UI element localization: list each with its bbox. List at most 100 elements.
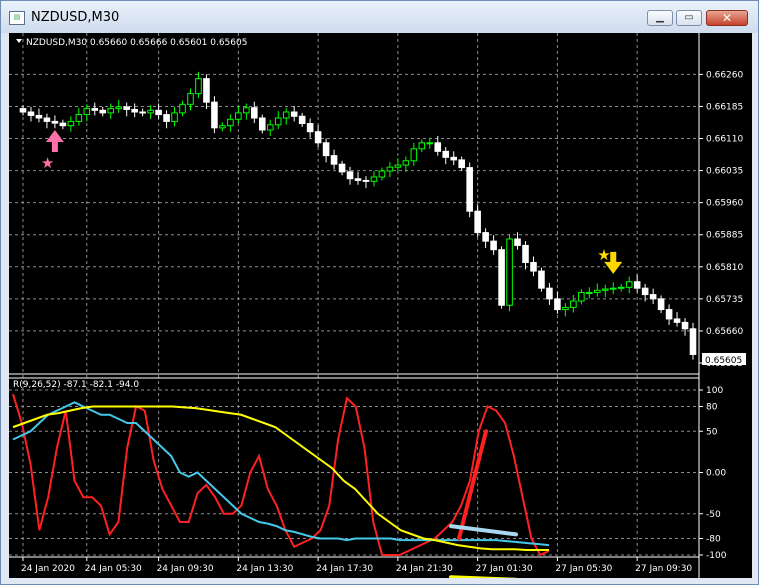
candle-bull <box>187 93 194 105</box>
candle-bull <box>235 112 242 120</box>
candle-bull <box>625 281 633 288</box>
candle-bear <box>498 249 505 306</box>
candle-bear <box>51 120 59 124</box>
candle-bear <box>211 101 218 129</box>
buy-star-icon: ★ <box>41 154 54 172</box>
osc-fast-line <box>12 393 550 557</box>
candle-bear <box>665 309 673 320</box>
minimize-button[interactable]: ▁ <box>647 10 673 26</box>
candle-bear <box>546 287 553 300</box>
candle-bull <box>227 118 234 127</box>
candle-bull <box>418 142 426 150</box>
sell-star-icon: ★ <box>597 246 610 264</box>
chart-svg[interactable]: ★★ 0.662600.661850.661100.660350.659600.… <box>9 33 752 578</box>
osc-tick-label: 0.00 <box>706 469 726 479</box>
current-price-label: 0.65605 <box>705 356 742 366</box>
time-tick-label: 24 Jan 05:30 <box>85 564 142 574</box>
time-tick-label: 24 Jan 2020 <box>21 564 75 574</box>
candle-bear <box>450 156 458 161</box>
time-tick-label: 24 Jan 13:30 <box>236 564 293 574</box>
osc-tick-label: 100 <box>706 386 723 396</box>
candle-bear <box>354 178 362 181</box>
candle-bear <box>681 321 689 330</box>
candle-bear <box>99 109 107 114</box>
title-bar[interactable]: ▤ NZDUSD,M30 ▁ ▭ ✕ <box>1 1 758 33</box>
candle-bear <box>155 109 162 116</box>
close-button[interactable]: ✕ <box>706 10 748 26</box>
osc-tick-label: -100 <box>706 551 727 561</box>
candle-bear <box>482 232 489 242</box>
terminal-window: ▤ NZDUSD,M30 ▁ ▭ ✕ ★ ★ 0.66260 0.66185 0.66… <box>0 0 759 585</box>
candle-bear <box>91 108 99 111</box>
candle-bear <box>673 318 681 323</box>
candle-bear <box>43 117 51 122</box>
candle-bull <box>147 109 154 114</box>
candle-bear <box>346 171 354 180</box>
osc-mid-line <box>12 401 550 547</box>
indicator-header: R(9,26,52) -87.1 -82.1 -94.0 <box>13 380 139 390</box>
osc-tick-label: 50 <box>706 427 718 437</box>
candle-bull <box>426 142 434 145</box>
candle-bull <box>410 148 418 162</box>
maximize-button[interactable]: ▭ <box>676 10 702 26</box>
candle-bear <box>522 244 529 264</box>
chart-area[interactable]: ★ ★ 0.66260 0.66185 0.66110 0.66035 0.65960 0.… <box>9 33 752 578</box>
candle-bear <box>163 114 170 122</box>
candle-bull <box>83 108 91 116</box>
candle-bear <box>322 142 330 157</box>
price-tick-label: 0.66110 <box>706 135 743 145</box>
candle-bear <box>19 108 27 113</box>
candle-bear <box>123 106 130 110</box>
candle-bear <box>490 240 497 251</box>
candle-bear <box>314 131 322 144</box>
candle-bear <box>466 167 473 212</box>
main-header: NZDUSD,M30 0.65660 0.65666 0.65601 0.656… <box>26 38 247 48</box>
candle-bear <box>633 281 641 289</box>
candle-bull <box>171 112 178 122</box>
candle-bear <box>27 111 35 116</box>
price-tick-label: 0.65960 <box>706 199 743 209</box>
price-tick-label: 0.66035 <box>706 167 743 177</box>
candle-bear <box>251 107 258 119</box>
time-tick-label: 27 Jan 05:30 <box>555 564 612 574</box>
price-tick-label: 0.65660 <box>706 327 743 337</box>
candle-bear <box>330 155 338 165</box>
candle-bull <box>219 125 226 129</box>
time-tick-label: 24 Jan 21:30 <box>396 564 453 574</box>
candle-bear <box>258 117 266 131</box>
candle-bear <box>458 159 465 169</box>
osc-tick-label: -50 <box>706 510 721 520</box>
candle-bear <box>203 78 210 103</box>
candle-bear <box>657 298 665 311</box>
candle-bear <box>59 122 67 127</box>
candle-bear <box>538 270 545 289</box>
candle-bull <box>609 287 617 290</box>
candle-bull <box>594 289 601 293</box>
candle-bull <box>570 300 577 308</box>
osc-tick-label: -80 <box>706 535 721 545</box>
candle-bull <box>378 170 386 178</box>
candle-bear <box>35 114 43 119</box>
signals: ★★ <box>41 129 623 274</box>
candle-bull <box>617 286 625 289</box>
candle-bear <box>362 179 370 182</box>
time-tick-label: 24 Jan 09:30 <box>157 564 214 574</box>
time-tick-label: 27 Jan 09:30 <box>635 564 692 574</box>
candle-bear <box>442 150 450 158</box>
candle-bear <box>298 115 306 125</box>
candle-bear <box>290 111 298 117</box>
candle-bull <box>115 106 122 110</box>
symbol-dropdown-icon[interactable] <box>16 39 22 43</box>
candle-bear <box>131 108 138 113</box>
candle-bull <box>67 120 75 127</box>
buy-arrow-icon <box>45 129 64 152</box>
candle-bull <box>601 288 609 291</box>
candle-bull <box>578 291 585 302</box>
candle-bear <box>530 262 537 272</box>
candle-bear <box>139 111 146 114</box>
candle-bull <box>370 176 378 182</box>
candle-bull <box>107 108 115 114</box>
candle-bear <box>641 287 649 296</box>
candle-bear <box>514 238 521 246</box>
candle-bull <box>506 238 513 306</box>
